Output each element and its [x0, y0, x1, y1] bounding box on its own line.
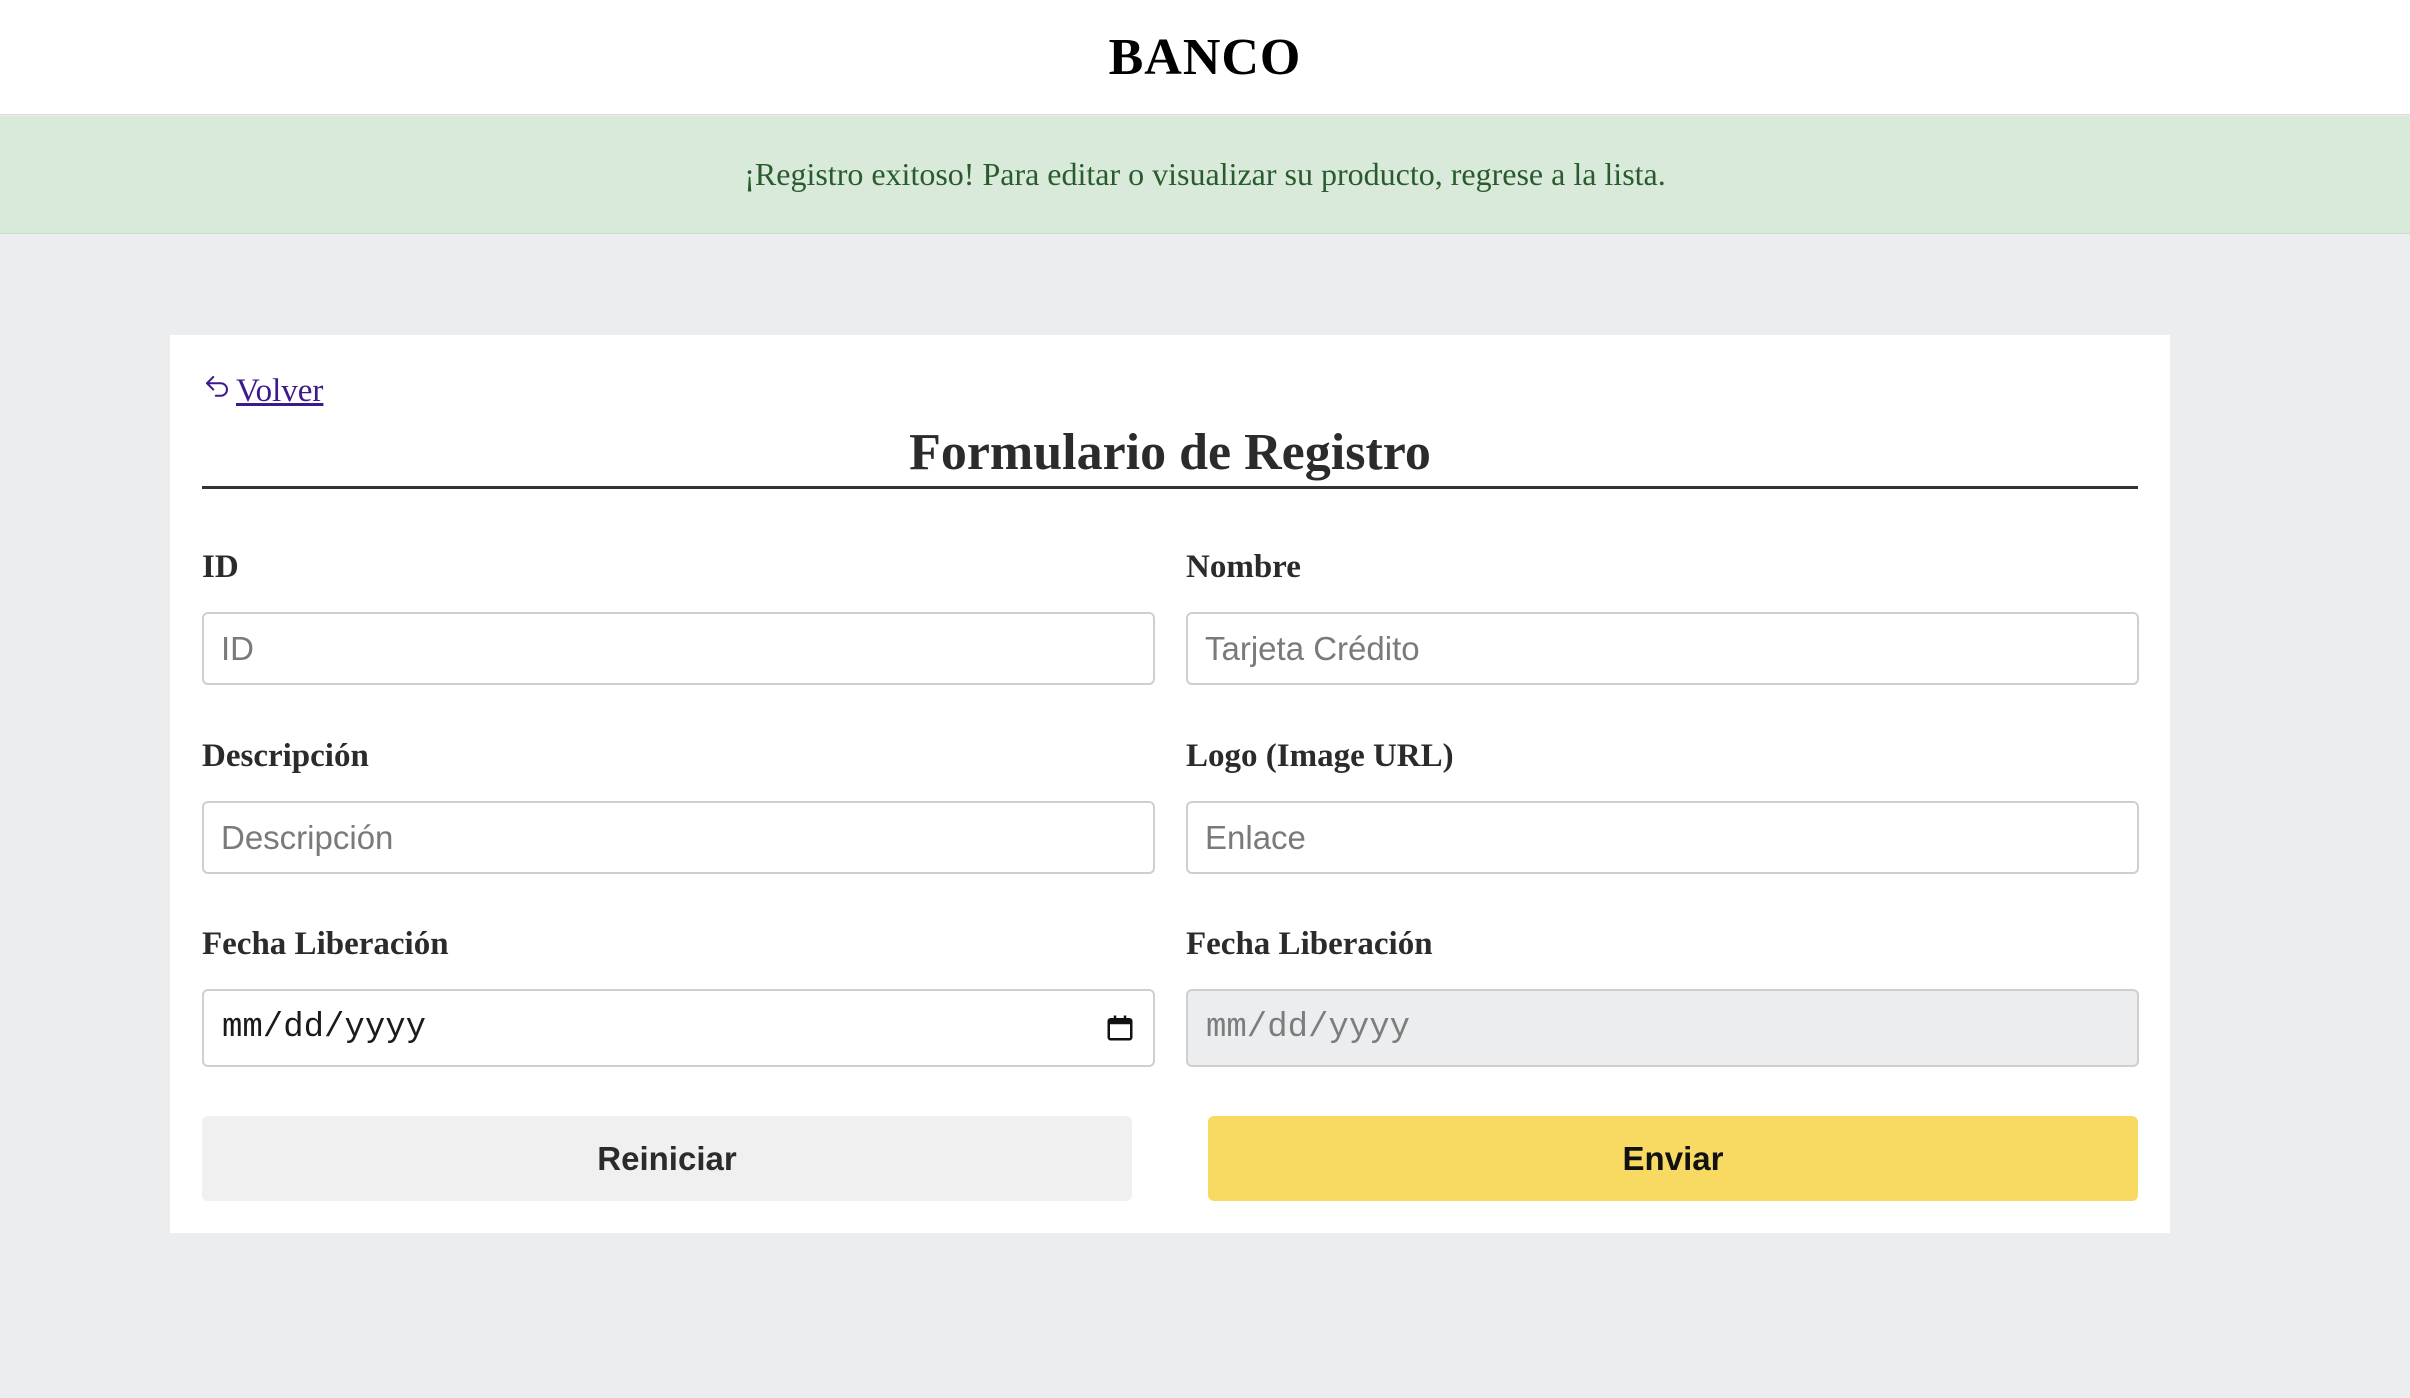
- name-label: Nombre: [1186, 549, 1301, 585]
- description-label: Descripción: [202, 738, 369, 774]
- review-date-value: mm/dd/yyyy: [1206, 1009, 1411, 1047]
- success-alert: ¡Registro exitoso! Para editar o visuali…: [0, 116, 2410, 234]
- logo-label: Logo (Image URL): [1186, 738, 1454, 774]
- registration-form-card: Volver Formulario de Registro ID Nombre …: [170, 335, 2170, 1233]
- reset-button-label: Reiniciar: [597, 1139, 737, 1177]
- release-date-value: mm/dd/yyyy: [222, 1009, 427, 1047]
- calendar-icon[interactable]: [1105, 1013, 1135, 1043]
- submit-button-label: Enviar: [1622, 1139, 1724, 1177]
- submit-button[interactable]: Enviar: [1208, 1116, 2138, 1201]
- undo-arrow-icon: [206, 376, 228, 397]
- alert-message: ¡Registro exitoso! Para editar o visuali…: [744, 156, 1666, 192]
- release-date-input[interactable]: mm/dd/yyyy: [202, 989, 1155, 1067]
- release-date-label: Fecha Liberación: [202, 926, 449, 962]
- review-date-label: Fecha Liberación: [1186, 926, 1433, 962]
- id-input[interactable]: [202, 612, 1155, 685]
- name-input[interactable]: [1186, 612, 2139, 685]
- logo-url-input[interactable]: [1186, 801, 2139, 874]
- reset-button[interactable]: Reiniciar: [202, 1116, 1132, 1201]
- form-title: Formulario de Registro: [202, 423, 2138, 489]
- top-header: BANCO: [0, 0, 2410, 115]
- review-date-input-disabled: mm/dd/yyyy: [1186, 989, 2139, 1067]
- description-input[interactable]: [202, 801, 1155, 874]
- brand-title: BANCO: [1108, 28, 1302, 86]
- id-label: ID: [202, 549, 239, 585]
- back-link[interactable]: Volver: [202, 372, 323, 410]
- back-link-label[interactable]: Volver: [236, 373, 323, 410]
